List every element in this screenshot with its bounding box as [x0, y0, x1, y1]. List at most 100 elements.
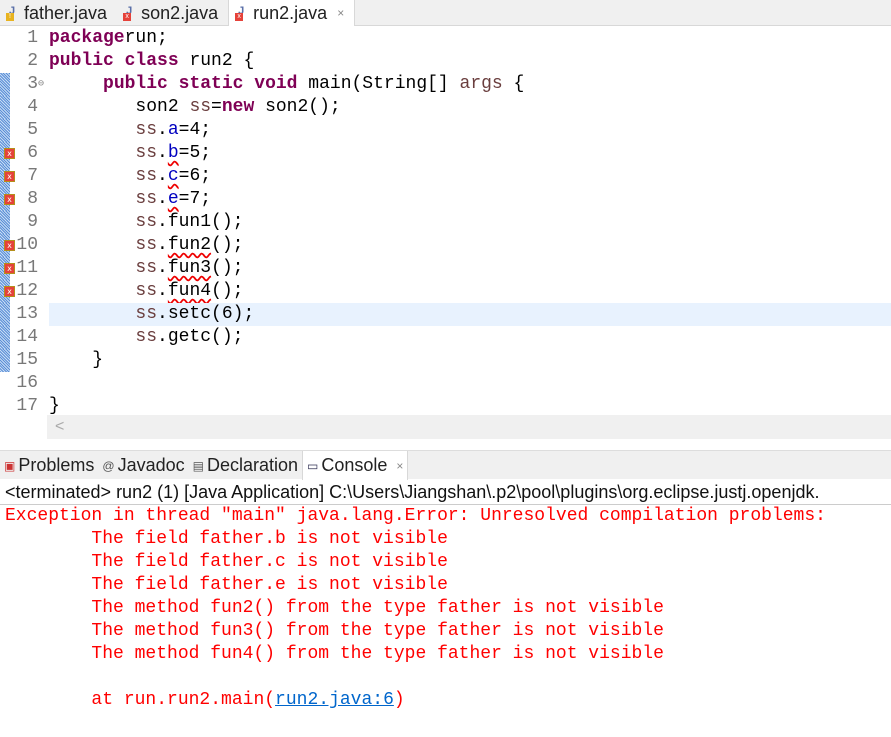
code-token: . [157, 235, 168, 255]
change-ruler [0, 96, 10, 119]
code-token: .fun1(); [157, 212, 244, 232]
console-line: The field father.e is not visible [5, 575, 448, 595]
code-text[interactable]: ss.fun3(); [49, 257, 891, 280]
code-line: } 15 [0, 349, 891, 372]
code-text[interactable]: ss.b=5; [49, 142, 891, 165]
line-number: 16 [16, 373, 38, 393]
code-text[interactable]: ss.a=4; [49, 119, 891, 142]
error-token: fun4 [167, 281, 212, 301]
change-ruler [0, 73, 10, 96]
console-line: The field father.c is not visible [5, 552, 448, 572]
tab-father-java[interactable]: J! father.java [0, 0, 117, 26]
tab-run2-java[interactable]: Jx run2.java × [228, 0, 356, 26]
fold-icon[interactable]: ⊖ [38, 73, 44, 96]
error-marker-icon[interactable]: x [4, 263, 15, 274]
line-number: 4 [27, 97, 38, 117]
code-text[interactable]: ss.fun1(); [49, 211, 891, 234]
horizontal-scrollbar[interactable]: < [47, 415, 891, 439]
code-token: son2(); [254, 97, 341, 117]
code-text[interactable]: ss.e=7; [49, 188, 891, 211]
panel-tab-javadoc[interactable]: @ Javadoc [98, 451, 188, 480]
code-text[interactable]: ss.fun2(); [49, 234, 891, 257]
code-token: main(String[] [297, 74, 460, 94]
change-ruler [0, 372, 10, 395]
code-token: } [49, 396, 60, 416]
change-ruler [0, 326, 10, 349]
code-token: =7; [178, 189, 212, 209]
code-token: package [49, 28, 125, 48]
console-icon: ▭ [307, 458, 319, 473]
console-line: The method fun4() from the type father i… [5, 644, 664, 664]
error-marker-icon[interactable]: x [4, 286, 15, 297]
java-file-icon: J! [6, 5, 20, 21]
tab-son2-java[interactable]: Jx son2.java [117, 0, 228, 26]
editor-tabs: J! father.java Jx son2.java Jx run2.java × [0, 0, 891, 26]
code-text[interactable]: public static void main(String[] args { [49, 73, 891, 96]
code-token: public [103, 74, 168, 94]
error-marker-icon[interactable]: x [4, 240, 15, 251]
code-line: ss.fun4(); 12 x [0, 280, 891, 303]
code-text[interactable]: ss.getc(); [49, 326, 891, 349]
panel-tab-declaration[interactable]: ▤ Declaration [189, 451, 302, 480]
line-number: 2 [27, 51, 38, 71]
code-text[interactable]: son2 ss=new son2(); [49, 96, 891, 119]
line-number: 13 [16, 304, 38, 324]
code-token: args [459, 74, 503, 94]
trace-text: ) [393, 690, 405, 710]
console-line: The field father.b is not visible [5, 529, 448, 549]
code-token: ss [135, 212, 158, 232]
code-line: ss.a=4; 5 [0, 119, 891, 142]
change-ruler [0, 211, 10, 234]
error-marker-icon[interactable]: x [4, 171, 15, 182]
code-token: = [211, 97, 222, 117]
code-text[interactable]: } [49, 349, 891, 372]
code-text[interactable]: public class run2 { [49, 50, 891, 73]
code-token: ss [135, 143, 158, 163]
line-number: 1 [27, 28, 38, 48]
code-line: packagerun; 1 [0, 27, 891, 50]
source-link[interactable]: run2.java:6 [275, 690, 394, 710]
code-line: ss.setc(6); 13 [0, 303, 891, 326]
change-ruler [0, 50, 10, 73]
panel-tab-console[interactable]: ▭ Console × [302, 451, 409, 480]
java-file-icon: Jx [123, 5, 137, 21]
code-token: class [124, 51, 179, 71]
change-ruler [0, 303, 10, 326]
line-number: 5 [27, 120, 38, 140]
close-icon[interactable]: × [396, 459, 403, 473]
code-token: ss [189, 97, 212, 117]
code-text[interactable]: ss.setc(6); [49, 303, 891, 326]
code-editor[interactable]: packagerun; 1 public class run2 { 2 public … [0, 27, 891, 418]
code-text[interactable]: ss.c=6; [49, 165, 891, 188]
error-icon: x [235, 13, 244, 21]
code-token: ss [135, 189, 158, 209]
error-token: fun2 [167, 235, 212, 255]
change-ruler [0, 349, 10, 372]
close-icon[interactable]: × [337, 6, 344, 20]
change-ruler [0, 395, 10, 418]
code-text[interactable] [49, 372, 891, 395]
error-marker-icon[interactable]: x [4, 148, 15, 159]
console-line: Exception in thread "main" java.lang.Err… [5, 506, 837, 526]
console-output[interactable]: Exception in thread "main" java.lang.Err… [5, 505, 837, 712]
code-token: . [157, 189, 168, 209]
error-marker-icon[interactable]: x [4, 194, 15, 205]
at-icon: @ [102, 458, 115, 473]
code-token: ss [135, 120, 158, 140]
scroll-left-arrow[interactable]: < [55, 418, 64, 435]
code-text[interactable]: ss.fun4(); [49, 280, 891, 303]
declaration-icon: ▤ [192, 458, 204, 473]
stack-trace-line: at run.run2.main(run2.java:6) [5, 689, 837, 712]
code-token: new [221, 97, 255, 117]
tab-label: father.java [24, 2, 108, 23]
panel-tab-problems[interactable]: ▣ Problems [0, 451, 98, 480]
console-line: The method fun3() from the type father i… [5, 621, 664, 641]
code-token: run2 { [178, 51, 255, 71]
code-token: ss [135, 327, 158, 347]
error-icon: x [123, 13, 132, 21]
code-line: ss.fun1(); 9 [0, 211, 891, 234]
code-text[interactable]: packagerun; [49, 27, 891, 50]
code-token: (); [211, 235, 244, 255]
